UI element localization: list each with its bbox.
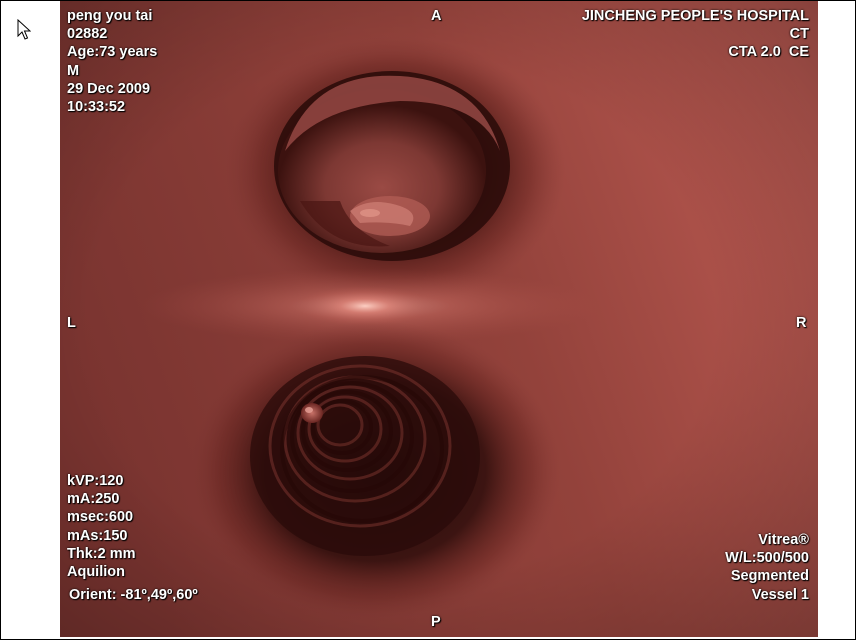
kvp-value: kVP:120 — [67, 473, 124, 489]
mas-value: mAs:150 — [67, 527, 128, 544]
patient-id: 02882 — [67, 26, 108, 43]
patient-info-panel: peng you tai 02882 Age:73 years M 29 Dec… — [67, 7, 157, 116]
render-info-panel: Vitrea® W/L:500/500 Segmented Vessel 1 — [725, 531, 809, 604]
acquisition-panel: kVP:120 mA:250 msec:600 mAs:150 Thk:2 mm… — [67, 472, 136, 581]
protocol: CTA 2.0 CE — [728, 44, 809, 61]
institution-panel: JINCHENG PEOPLE'S HOSPITAL CT CTA 2.0 CE — [582, 7, 809, 62]
software-name: Vitrea® — [758, 532, 809, 548]
hospital-name: JINCHENG PEOPLE'S HOSPITAL — [581, 8, 809, 24]
modality: CT — [789, 26, 809, 43]
posterior-marker: P — [431, 614, 441, 630]
study-date: 29 Dec 2009 — [67, 80, 151, 97]
right-marker: R — [796, 315, 807, 331]
patient-sex: M — [67, 62, 80, 79]
render-mode: Segmented — [730, 568, 809, 585]
endoscopic-3d-viewport[interactable]: peng you tai 02882 Age:73 years M 29 Dec… — [60, 1, 818, 637]
left-marker: L — [67, 315, 76, 331]
scanner-model: Aquilion — [67, 564, 125, 581]
window-level: W/L:500/500 — [725, 550, 809, 567]
vessel-lumen-rendering — [60, 1, 818, 637]
ma-value: mA:250 — [67, 491, 120, 508]
mouse-pointer-icon — [17, 19, 31, 40]
study-time: 10:33:52 — [67, 99, 126, 116]
render-object: Vessel 1 — [751, 586, 809, 603]
msec-value: msec:600 — [67, 509, 134, 526]
screenshot-frame: peng you tai 02882 Age:73 years M 29 Dec… — [0, 0, 856, 640]
anterior-marker: A — [431, 8, 442, 24]
patient-name: peng you tai — [67, 8, 153, 24]
orientation-readout: Orient: -81º,49º,60º — [69, 587, 198, 603]
slice-thickness: Thk:2 mm — [67, 545, 136, 562]
patient-age: Age:73 years — [67, 44, 158, 61]
